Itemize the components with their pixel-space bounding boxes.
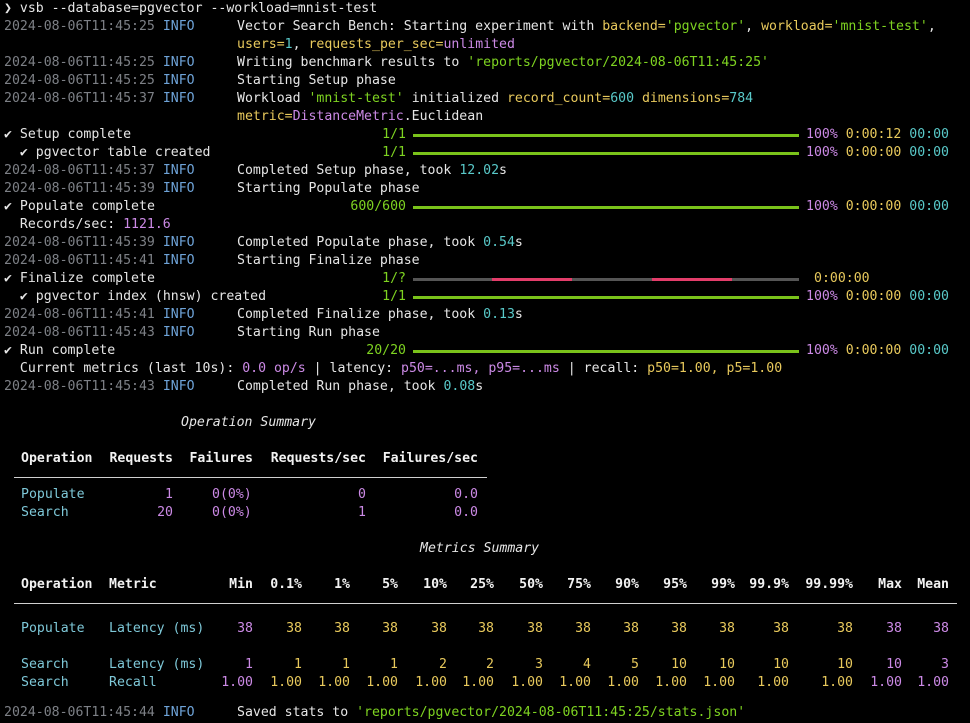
log-message: Starting Finalize phase [237,253,420,268]
value-cell: 38 [933,621,949,636]
command-line: ❯ vsb --database=pgvector --workload=mni… [4,0,377,18]
value-cell: 1.00 [757,675,789,690]
log-line: 2024-08-06T11:45:37 INFO [4,91,195,106]
log-message-cont: users=1, requests_per_sec=unlimited [237,37,515,52]
check-icon: ✔ [4,271,12,286]
progress-stats: 0:00:00 [814,271,870,286]
col-header: Failures/sec [382,451,478,466]
operation-cell: Search [21,657,69,672]
check-icon: ✔ [4,127,12,142]
operation-cell: Populate [21,621,85,636]
progress-bar [413,152,799,155]
operation-summary-title: Operation Summary [181,415,316,430]
col-header: 99.9% [749,577,789,592]
operation-cell: Search [21,675,69,690]
value-cell: 1.00 [917,675,949,690]
log-message: Workload 'mnist-test' initialized record… [237,91,754,106]
col-header: Metric [109,577,157,592]
log-line: 2024-08-06T11:45:43 INFO [4,325,195,340]
progress-bar-pulse [652,278,732,281]
col-header: Requests [109,451,173,466]
progress-bar-pulse [492,278,572,281]
log-message: Completed Setup phase, took 12.02s [237,163,507,178]
log-message: Completed Run phase, took 0.08s [237,379,484,394]
value-cell: 3 [941,657,949,672]
log-message: Starting Run phase [237,325,380,340]
command-text: vsb --database=pgvector --workload=mnist… [19,1,378,16]
value-cell: 38 [773,621,789,636]
metric-cell: Recall [109,675,157,690]
metrics-summary-title: Metrics Summary [420,541,540,556]
progress-run: ✔ Run complete [4,343,116,358]
log-line: 2024-08-06T11:45:41 INFO [4,307,195,322]
log-message: Starting Setup phase [237,73,396,88]
log-message: Completed Finalize phase, took 0.13s [237,307,523,322]
col-header: Mean [917,577,949,592]
progress-bar [413,296,799,299]
progress-count: 1/? [382,271,406,286]
col-header: Operation [21,577,93,592]
log-line: 2024-08-06T11:45:44 INFO [4,705,195,720]
progress-count: 1/1 [382,289,406,304]
col-header: Operation [21,451,93,466]
progress-finalize: ✔ Finalize complete [4,271,155,286]
progress-bar-track [413,278,799,281]
progress-stats: 100% 0:00:00 00:00 [806,343,949,358]
progress-stats: 100% 0:00:00 00:00 [806,199,949,214]
log-message: Starting Populate phase [237,181,420,196]
log-line: 2024-08-06T11:45:43 INFO [4,379,195,394]
log-line: 2024-08-06T11:45:37 INFO [4,163,195,178]
current-metrics: Current metrics (last 10s): 0.0 op/s | l… [19,361,783,376]
table-divider [14,603,957,604]
check-icon: ✔ [19,289,28,304]
progress-bar [413,350,799,353]
timestamp: 2024-08-06T11:45:25 [4,19,155,34]
progress-setup: ✔ Setup complete [4,127,132,142]
log-message: Completed Populate phase, took 0.54s [237,235,523,250]
progress-bar [413,134,799,137]
prompt-icon: ❯ [4,1,12,16]
log-level: INFO [162,19,195,34]
progress-count: 20/20 [366,343,406,358]
table-divider [14,477,487,478]
log-line: 2024-08-06T11:45:25 INFO [4,55,195,70]
log-message: Writing benchmark results to 'reports/pg… [237,55,769,70]
log-message: Saved stats to 'reports/pgvector/2024-08… [237,705,746,720]
check-icon: ✔ [4,199,12,214]
progress-count: 1/1 [382,127,406,142]
col-header: Failures [189,451,253,466]
progress-setup-sub: ✔ pgvector table created [19,145,211,160]
progress-stats: 100% 0:00:12 00:00 [806,127,949,142]
progress-populate: ✔ Populate complete [4,199,155,214]
progress-count: 600/600 [350,199,406,214]
log-line: 2024-08-06T11:45:39 INFO [4,235,195,250]
value-cell: 10 [773,657,789,672]
progress-bar [413,206,799,209]
records-per-sec: Records/sec: 1121.6 [19,217,171,232]
log-line: 2024-08-06T11:45:39 INFO [4,181,195,196]
log-message-cont: metric=DistanceMetric.Euclidean [237,109,484,124]
progress-count: 1/1 [382,145,406,160]
log-line: 2024-08-06T11:45:25 INFO [4,73,195,88]
log-message: Vector Search Bench: Starting experiment… [237,19,936,34]
progress-stats: 100% 0:00:00 00:00 [806,145,949,160]
check-icon: ✔ [19,145,28,160]
col-header: Requests/sec [270,451,366,466]
log-line: 2024-08-06T11:45:25 INFO [4,18,195,36]
log-line: 2024-08-06T11:45:41 INFO [4,253,195,268]
progress-finalize-sub: ✔ pgvector index (hnsw) created [19,289,267,304]
check-icon: ✔ [4,343,12,358]
progress-stats: 100% 0:00:00 00:00 [806,289,949,304]
